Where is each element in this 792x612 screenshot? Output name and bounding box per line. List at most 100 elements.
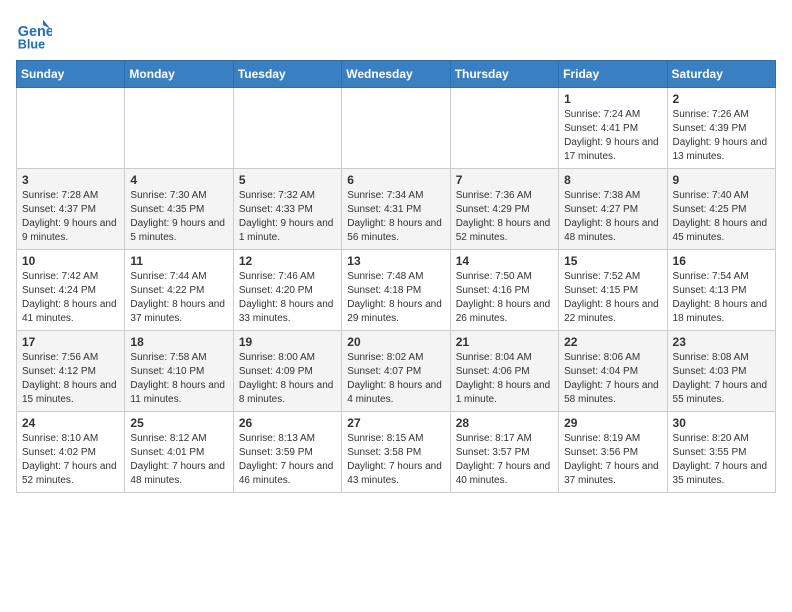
calendar-cell: 3 Sunrise: 7:28 AM Sunset: 4:37 PM Daylig… (17, 169, 125, 250)
day-info: Sunrise: 7:42 AM Sunset: 4:24 PM Dayligh… (22, 270, 119, 326)
day-number: 4 (130, 173, 227, 187)
day-number: 16 (673, 254, 770, 268)
calendar-cell: 25Sunrise: 8:12 AM Sunset: 4:01 PM Dayli… (125, 412, 233, 493)
day-number: 2 (673, 92, 770, 106)
day-info: Sunrise: 8:19 AM Sunset: 3:56 PM Dayligh… (564, 432, 661, 488)
day-number: 26 (239, 416, 336, 430)
calendar-cell (450, 88, 558, 169)
day-info: Sunrise: 7:26 AM Sunset: 4:39 PM Dayligh… (673, 108, 770, 164)
calendar-cell: 28Sunrise: 8:17 AM Sunset: 3:57 PM Dayli… (450, 412, 558, 493)
day-info: Sunrise: 7:54 AM Sunset: 4:13 PM Dayligh… (673, 270, 770, 326)
day-number: 19 (239, 335, 336, 349)
day-info: Sunrise: 8:06 AM Sunset: 4:04 PM Dayligh… (564, 351, 661, 407)
day-info: Sunrise: 7:58 AM Sunset: 4:10 PM Dayligh… (130, 351, 227, 407)
day-number: 28 (456, 416, 553, 430)
day-info: Sunrise: 8:10 AM Sunset: 4:02 PM Dayligh… (22, 432, 119, 488)
calendar-cell: 19 Sunrise: 8:00 AM Sunset: 4:09 PM Dayli… (233, 331, 341, 412)
day-info: Sunrise: 8:08 AM Sunset: 4:03 PM Dayligh… (673, 351, 770, 407)
calendar-cell: 22 Sunrise: 8:06 AM Sunset: 4:04 PM Dayli… (559, 331, 667, 412)
day-number: 13 (347, 254, 444, 268)
day-number: 17 (22, 335, 119, 349)
day-number: 25 (130, 416, 227, 430)
weekday-header-sunday: Sunday (17, 61, 125, 88)
calendar-cell: 1 Sunrise: 7:24 AM Sunset: 4:41 PM Daylig… (559, 88, 667, 169)
day-number: 15 (564, 254, 661, 268)
calendar-cell: 18 Sunrise: 7:58 AM Sunset: 4:10 PM Dayli… (125, 331, 233, 412)
day-number: 6 (347, 173, 444, 187)
day-number: 8 (564, 173, 661, 187)
day-info: Sunrise: 7:32 AM Sunset: 4:33 PM Dayligh… (239, 189, 336, 245)
calendar-cell: 9 Sunrise: 7:40 AM Sunset: 4:25 PM Daylig… (667, 169, 775, 250)
weekday-header-saturday: Saturday (667, 61, 775, 88)
calendar-cell: 7Sunrise: 7:36 AM Sunset: 4:29 PM Daylig… (450, 169, 558, 250)
day-info: Sunrise: 7:50 AM Sunset: 4:16 PM Dayligh… (456, 270, 553, 326)
calendar-week-3: 10 Sunrise: 7:42 AM Sunset: 4:24 PM Dayli… (17, 250, 776, 331)
day-number: 14 (456, 254, 553, 268)
calendar-cell (233, 88, 341, 169)
day-number: 9 (673, 173, 770, 187)
day-number: 21 (456, 335, 553, 349)
day-info: Sunrise: 7:36 AM Sunset: 4:29 PM Dayligh… (456, 189, 553, 245)
weekday-header-wednesday: Wednesday (342, 61, 450, 88)
day-number: 3 (22, 173, 119, 187)
day-number: 24 (22, 416, 119, 430)
svg-text:Blue: Blue (18, 37, 45, 51)
weekday-header-monday: Monday (125, 61, 233, 88)
weekday-header-tuesday: Tuesday (233, 61, 341, 88)
day-info: Sunrise: 7:52 AM Sunset: 4:15 PM Dayligh… (564, 270, 661, 326)
calendar-cell: 29Sunrise: 8:19 AM Sunset: 3:56 PM Dayli… (559, 412, 667, 493)
calendar-week-1: 1 Sunrise: 7:24 AM Sunset: 4:41 PM Daylig… (17, 88, 776, 169)
calendar-cell: 27 Sunrise: 8:15 AM Sunset: 3:58 PM Dayli… (342, 412, 450, 493)
calendar-cell: 13Sunrise: 7:48 AM Sunset: 4:18 PM Dayli… (342, 250, 450, 331)
calendar-cell: 8 Sunrise: 7:38 AM Sunset: 4:27 PM Daylig… (559, 169, 667, 250)
calendar-cell: 15 Sunrise: 7:52 AM Sunset: 4:15 PM Dayli… (559, 250, 667, 331)
calendar-cell: 21 Sunrise: 8:04 AM Sunset: 4:06 PM Dayli… (450, 331, 558, 412)
day-info: Sunrise: 7:40 AM Sunset: 4:25 PM Dayligh… (673, 189, 770, 245)
calendar-week-5: 24 Sunrise: 8:10 AM Sunset: 4:02 PM Dayli… (17, 412, 776, 493)
day-number: 1 (564, 92, 661, 106)
logo: General Blue (16, 16, 56, 52)
calendar-cell: 24 Sunrise: 8:10 AM Sunset: 4:02 PM Dayli… (17, 412, 125, 493)
day-info: Sunrise: 7:30 AM Sunset: 4:35 PM Dayligh… (130, 189, 227, 245)
day-number: 27 (347, 416, 444, 430)
calendar-cell: 11 Sunrise: 7:44 AM Sunset: 4:22 PM Dayli… (125, 250, 233, 331)
calendar-table: SundayMondayTuesdayWednesdayThursdayFrid… (16, 60, 776, 493)
weekday-header-friday: Friday (559, 61, 667, 88)
day-number: 10 (22, 254, 119, 268)
calendar-cell: 10 Sunrise: 7:42 AM Sunset: 4:24 PM Dayli… (17, 250, 125, 331)
calendar-cell: 20 Sunrise: 8:02 AM Sunset: 4:07 PM Dayli… (342, 331, 450, 412)
day-number: 12 (239, 254, 336, 268)
day-info: Sunrise: 7:46 AM Sunset: 4:20 PM Dayligh… (239, 270, 336, 326)
calendar-cell: 30 Sunrise: 8:20 AM Sunset: 3:55 PM Dayli… (667, 412, 775, 493)
calendar-cell: 14 Sunrise: 7:50 AM Sunset: 4:16 PM Dayli… (450, 250, 558, 331)
day-info: Sunrise: 8:20 AM Sunset: 3:55 PM Dayligh… (673, 432, 770, 488)
calendar-cell (125, 88, 233, 169)
calendar-week-4: 17 Sunrise: 7:56 AM Sunset: 4:12 PM Dayli… (17, 331, 776, 412)
calendar-week-2: 3 Sunrise: 7:28 AM Sunset: 4:37 PM Daylig… (17, 169, 776, 250)
calendar-cell: 23Sunrise: 8:08 AM Sunset: 4:03 PM Dayli… (667, 331, 775, 412)
day-info: Sunrise: 8:13 AM Sunset: 3:59 PM Dayligh… (239, 432, 336, 488)
day-info: Sunrise: 7:38 AM Sunset: 4:27 PM Dayligh… (564, 189, 661, 245)
day-number: 18 (130, 335, 227, 349)
weekday-header-thursday: Thursday (450, 61, 558, 88)
day-info: Sunrise: 8:00 AM Sunset: 4:09 PM Dayligh… (239, 351, 336, 407)
calendar-cell: 17 Sunrise: 7:56 AM Sunset: 4:12 PM Dayli… (17, 331, 125, 412)
day-info: Sunrise: 7:34 AM Sunset: 4:31 PM Dayligh… (347, 189, 444, 245)
day-number: 11 (130, 254, 227, 268)
calendar-cell (17, 88, 125, 169)
logo-icon: General Blue (16, 16, 52, 52)
day-info: Sunrise: 7:44 AM Sunset: 4:22 PM Dayligh… (130, 270, 227, 326)
calendar-cell: 26 Sunrise: 8:13 AM Sunset: 3:59 PM Dayli… (233, 412, 341, 493)
day-info: Sunrise: 7:28 AM Sunset: 4:37 PM Dayligh… (22, 189, 119, 245)
day-info: Sunrise: 7:24 AM Sunset: 4:41 PM Dayligh… (564, 108, 661, 164)
day-number: 30 (673, 416, 770, 430)
calendar-cell: 4 Sunrise: 7:30 AM Sunset: 4:35 PM Daylig… (125, 169, 233, 250)
day-info: Sunrise: 8:04 AM Sunset: 4:06 PM Dayligh… (456, 351, 553, 407)
day-info: Sunrise: 7:56 AM Sunset: 4:12 PM Dayligh… (22, 351, 119, 407)
day-number: 5 (239, 173, 336, 187)
day-info: Sunrise: 8:02 AM Sunset: 4:07 PM Dayligh… (347, 351, 444, 407)
day-number: 22 (564, 335, 661, 349)
day-number: 20 (347, 335, 444, 349)
calendar-cell: 5 Sunrise: 7:32 AM Sunset: 4:33 PM Daylig… (233, 169, 341, 250)
day-info: Sunrise: 8:15 AM Sunset: 3:58 PM Dayligh… (347, 432, 444, 488)
